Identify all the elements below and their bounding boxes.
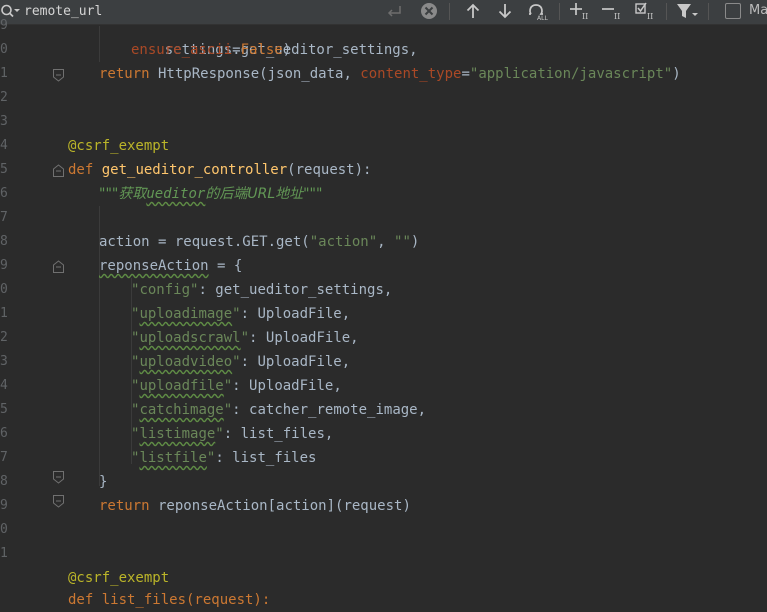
previous-occurrence-icon[interactable] [462,0,484,22]
code-line: "listimage": list_files, [131,426,334,442]
line-number: 7 [0,450,8,465]
line-number: 9 [0,258,8,273]
line-number: 0 [0,522,8,537]
remove-occurrence-icon[interactable]: II [600,0,626,22]
code-line: return reponseAction[action](request) [99,498,411,514]
separator [559,3,560,20]
select-all-occurrences-icon[interactable]: II [633,0,659,22]
line-number: 9 [0,498,8,513]
fold-end-icon[interactable] [52,469,65,484]
svg-text:II: II [614,12,620,21]
filter-icon[interactable] [674,0,700,22]
code-line: "uploadscrawl": UploadFile, [131,330,359,346]
line-number: 0 [0,282,8,297]
code-line: "catchimage": catcher_remote_image, [131,402,427,418]
code-line: ensure_ascii=False) [131,42,292,58]
match-case-checkbox[interactable] [725,3,741,19]
code-line: @csrf_exempt [68,570,170,586]
add-occurrence-icon[interactable]: II [568,0,594,22]
line-number: 3 [0,354,8,369]
code-line: def list_files(request): [68,592,271,608]
separator [708,3,709,20]
next-occurrence-icon[interactable] [494,0,516,22]
line-number: 6 [0,186,8,201]
line-number: 7 [0,210,8,225]
separator [666,3,667,20]
separator [449,3,450,20]
code-line: "uploadimage": UploadFile, [131,306,351,322]
line-number: 2 [0,330,8,345]
fold-start-icon[interactable] [52,162,65,177]
code-line: "config": get_ueditor_settings, [131,282,393,298]
fold-end-icon[interactable] [52,493,65,508]
code-line: } [99,474,108,490]
clear-search-icon[interactable] [418,0,440,22]
line-number: 9 [0,18,8,33]
line-number: 2 [0,90,8,105]
svg-text:II: II [582,12,588,21]
code-line: return HttpResponse(json_data, content_t… [99,66,681,82]
line-number: 4 [0,138,8,153]
line-number: 1 [0,546,8,561]
line-number: 5 [0,162,8,177]
line-number: 4 [0,378,8,393]
code-line: "listfile": list_files [131,450,317,466]
find-all-icon[interactable]: ALL [526,0,550,22]
line-number: 6 [0,426,8,441]
fold-end-icon[interactable] [52,67,65,82]
line-number: 8 [0,234,8,249]
code-line: settings.get_ueditor_settings, [164,42,418,58]
code-line: "uploadfile": UploadFile, [131,378,342,394]
code-line: reponseAction = { [99,258,243,274]
line-number-gutter: 9 0 1 2 3 4 5 6 7 8 9 0 1 2 3 4 5 6 7 8 … [0,0,12,595]
svg-text:II: II [647,12,653,21]
code-line: "uploadvideo": UploadFile, [131,354,351,370]
code-line: def get_ueditor_controller(request): [68,162,372,178]
line-number: 8 [0,474,8,489]
code-line: action = request.GET.get("action", "") [99,234,420,250]
line-number: 5 [0,402,8,417]
match-case-label: Ma [749,3,767,18]
line-number: 1 [0,66,8,81]
svg-text:ALL: ALL [537,15,548,21]
line-number [0,566,12,590]
indent-guide [99,26,100,62]
code-line: """获取ueditor的后端URL地址""" [99,186,323,202]
line-number: 1 [0,306,8,321]
line-number: 0 [0,42,8,57]
code-line: @csrf_exempt [68,138,170,154]
fold-start-icon[interactable] [52,258,65,273]
line-number: 3 [0,114,8,129]
